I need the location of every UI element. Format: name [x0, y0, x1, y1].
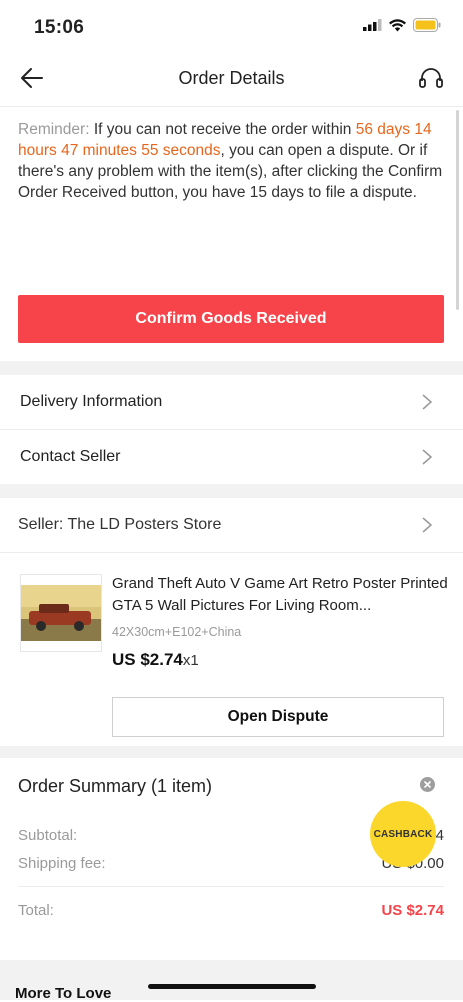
- contact-seller-row[interactable]: Contact Seller: [0, 430, 463, 484]
- status-bar: 15:06: [0, 0, 463, 52]
- section-gap: [0, 361, 463, 375]
- battery-icon: [413, 18, 441, 32]
- product-thumbnail[interactable]: [20, 574, 102, 652]
- product-quantity: x1: [182, 652, 199, 669]
- subtotal-label: Subtotal:: [18, 827, 78, 844]
- reminder-text-1: If you can not receive the order within: [93, 121, 356, 138]
- dispute-reminder: Reminder: If you can not receive the ord…: [18, 119, 446, 203]
- scrollbar[interactable]: [456, 110, 459, 310]
- product-title[interactable]: Grand Theft Auto V Game Art Retro Poster…: [112, 573, 452, 617]
- seller-store-row[interactable]: Seller: The LD Posters Store: [0, 498, 463, 552]
- chevron-right-icon: [422, 517, 433, 533]
- signal-icon: [363, 19, 382, 31]
- poster-car-image: [21, 585, 101, 641]
- section-gap: [0, 484, 463, 498]
- total-value: US $2.74: [381, 902, 444, 919]
- seller-store-label: Seller: The LD Posters Store: [18, 516, 222, 533]
- close-icon[interactable]: [420, 777, 435, 792]
- delivery-information-label: Delivery Information: [20, 393, 163, 410]
- cashback-badge[interactable]: CASHBACK: [370, 801, 436, 867]
- page-title: Order Details: [178, 68, 285, 88]
- subtotal-value: 4: [435, 827, 444, 844]
- delivery-information-row[interactable]: Delivery Information: [0, 375, 463, 429]
- status-icons: [363, 18, 441, 32]
- chevron-right-icon: [422, 449, 433, 465]
- order-summary-title: Order Summary (1 item): [18, 776, 213, 796]
- product-price-line: US $2.74x1: [112, 650, 199, 670]
- product-sku: 42X30cm+E102+China: [112, 625, 242, 639]
- row-divider: [0, 552, 463, 553]
- chevron-right-icon: [422, 394, 433, 410]
- confirm-goods-received-button[interactable]: Confirm Goods Received: [18, 295, 444, 343]
- reminder-prefix: Reminder:: [18, 121, 94, 138]
- product-price: US $2.74: [112, 650, 183, 669]
- open-dispute-button[interactable]: Open Dispute: [112, 697, 444, 737]
- contact-seller-label: Contact Seller: [20, 448, 121, 465]
- shipping-fee-label: Shipping fee:: [18, 855, 106, 872]
- app-header: Order Details: [0, 52, 463, 106]
- headset-support-icon[interactable]: [417, 64, 445, 92]
- home-indicator[interactable]: [148, 984, 316, 989]
- header-divider: [0, 106, 463, 107]
- wifi-icon: [389, 18, 406, 31]
- more-to-love-title: More To Love: [15, 985, 112, 1002]
- status-time: 15:06: [34, 17, 85, 38]
- section-gap: [0, 746, 463, 758]
- summary-divider: [18, 886, 444, 887]
- total-label: Total:: [18, 902, 54, 919]
